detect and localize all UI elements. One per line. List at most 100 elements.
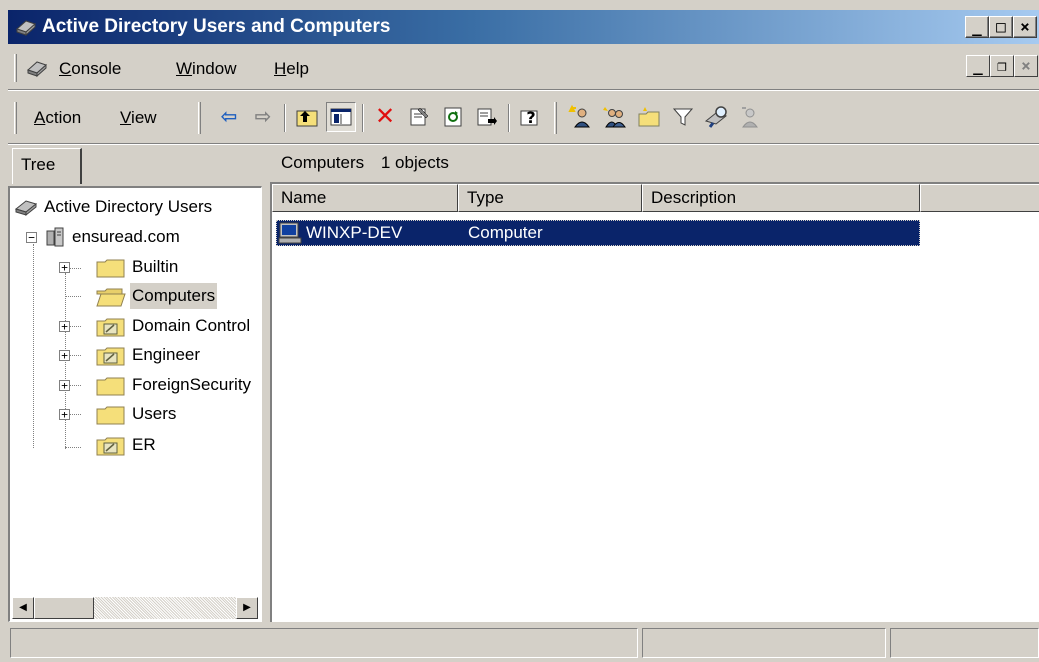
domain-icon [46, 227, 64, 247]
expand-icon[interactable]: + [59, 380, 70, 391]
forward-button[interactable]: ⇨ [248, 102, 278, 132]
folder-icon [96, 259, 125, 278]
column-header-name[interactable]: Name [272, 184, 458, 212]
help-icon: ? [520, 108, 538, 127]
tree-item-root[interactable]: Active Directory Users [14, 194, 261, 220]
list-item-winxp-dev[interactable]: WINXP-DEV Computer [276, 220, 920, 246]
toolbar: Action View ⇦ ⇨ ✕ ? [8, 92, 1039, 142]
tree-item-label: Builtin [132, 257, 179, 276]
menu-bar-grip[interactable] [14, 54, 17, 82]
tree-item-domain[interactable]: − ensuread.com [14, 224, 261, 250]
maximize-button[interactable]: □ [989, 16, 1013, 38]
toolbar-grip-3[interactable] [554, 102, 557, 134]
tree-item-label: ensuread.com [72, 227, 180, 246]
toolbar-separator [362, 104, 364, 132]
mdi-restore-button[interactable]: ❐ [990, 55, 1014, 77]
details-list-view[interactable]: Name Type Description WINXP-DEV Computer [270, 182, 1039, 622]
tree-item-builtin[interactable]: + Builtin [14, 254, 261, 280]
menu-help[interactable]: Help [274, 59, 309, 79]
menu-view[interactable]: View [120, 108, 157, 128]
status-bar [8, 626, 1039, 660]
collapse-icon[interactable]: − [26, 232, 37, 243]
cell-type: Computer [468, 223, 543, 242]
menu-console[interactable]: Console [59, 59, 121, 79]
menu-action-accel: A [34, 108, 46, 127]
menu-help-label: elp [286, 59, 309, 78]
console-icon[interactable] [24, 56, 50, 80]
status-panel-2 [642, 628, 886, 658]
window-title: Active Directory Users and Computers [42, 16, 391, 37]
add-to-group-button[interactable] [736, 102, 766, 132]
find-button[interactable] [702, 102, 732, 132]
toolbar-grip-2[interactable] [198, 102, 201, 134]
folder-icon [96, 377, 125, 396]
menu-action[interactable]: Action [34, 108, 81, 128]
tree-horizontal-scrollbar[interactable]: ◀ ▶ [12, 597, 258, 619]
back-button[interactable]: ⇦ [214, 102, 244, 132]
expand-icon[interactable]: + [59, 350, 70, 361]
status-panel-3 [890, 628, 1039, 658]
tree-item-label: ForeignSecurity [132, 375, 252, 394]
filter-button[interactable] [668, 102, 698, 132]
tree-item-er[interactable]: ER [14, 432, 261, 458]
show-hide-tree-icon [330, 108, 352, 126]
menu-action-label: ction [45, 108, 82, 127]
export-list-button[interactable] [472, 102, 502, 132]
scroll-left-button[interactable]: ◀ [12, 597, 34, 619]
tab-tree[interactable]: Tree [12, 148, 82, 184]
tree-item-label: Engineer [132, 345, 201, 364]
tree-item-computers[interactable]: Computers [14, 283, 261, 309]
new-group-icon [603, 107, 626, 128]
mdi-close-button[interactable]: × [1014, 55, 1038, 77]
export-list-icon [477, 108, 497, 126]
mdi-minimize-button[interactable]: _ [966, 55, 990, 77]
new-group-button[interactable] [600, 102, 630, 132]
toolbar-separator-bottom [8, 143, 1039, 145]
refresh-button[interactable] [438, 102, 468, 132]
show-hide-tree-button[interactable] [326, 102, 356, 132]
toolbar-grip[interactable] [14, 102, 17, 134]
details-header: Computers 1 objects [270, 146, 1039, 180]
cell-name: WINXP-DEV [306, 223, 403, 242]
column-header-empty[interactable] [920, 184, 1039, 212]
svg-text:?: ? [526, 108, 535, 127]
help-button[interactable]: ? [516, 102, 546, 132]
menu-window[interactable]: Window [176, 59, 236, 79]
scroll-right-button[interactable]: ▶ [236, 597, 258, 619]
expand-icon[interactable]: + [59, 262, 70, 273]
new-user-button[interactable] [566, 102, 596, 132]
delete-button[interactable]: ✕ [370, 102, 400, 132]
tree-item-domain-controllers[interactable]: + Domain Control [14, 313, 261, 339]
column-header-description[interactable]: Description [642, 184, 920, 212]
tree-item-label: ER [132, 435, 156, 454]
find-icon [704, 106, 728, 128]
tree-item-foreign-security[interactable]: + ForeignSecurity [14, 372, 261, 398]
expand-icon[interactable]: + [59, 409, 70, 420]
new-ou-button[interactable] [634, 102, 664, 132]
forward-icon: ⇨ [254, 106, 272, 128]
tree-item-users[interactable]: + Users [14, 401, 261, 427]
menu-console-label: onsole [71, 59, 122, 78]
title-bar: Active Directory Users and Computers _ □… [8, 10, 1039, 44]
close-button[interactable]: × [1013, 16, 1037, 38]
menu-window-accel: W [176, 59, 193, 78]
refresh-icon [444, 107, 462, 127]
toolbar-separator [284, 104, 286, 132]
console-tree[interactable]: Active Directory Users − ensuread.com + … [8, 186, 262, 622]
expand-icon[interactable]: + [59, 321, 70, 332]
minimize-button[interactable]: _ [965, 16, 989, 38]
ou-icon [96, 347, 125, 366]
properties-button[interactable] [404, 102, 434, 132]
scroll-thumb[interactable] [34, 597, 94, 619]
tree-item-engineer[interactable]: + Engineer [14, 342, 261, 368]
up-one-level-button[interactable] [292, 102, 322, 132]
tree-tab-row: Tree [8, 146, 270, 186]
tree-item-label: Domain Control [132, 316, 251, 335]
snapin-icon[interactable] [14, 15, 38, 39]
filter-icon [672, 108, 694, 126]
pane-splitter[interactable] [262, 146, 270, 622]
menu-window-label: indow [192, 59, 237, 78]
column-header-type[interactable]: Type [458, 184, 642, 212]
menu-separator [8, 89, 1039, 91]
ou-icon [96, 437, 125, 456]
